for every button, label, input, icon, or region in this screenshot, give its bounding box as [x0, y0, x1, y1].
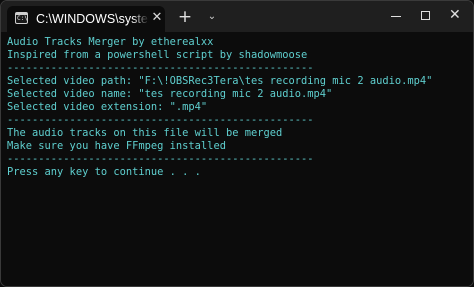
- cmd-icon: C:\: [15, 12, 28, 24]
- chevron-down-icon[interactable]: ⌄: [204, 8, 220, 26]
- close-button[interactable]: ✕: [439, 1, 473, 32]
- output-line: The audio tracks on this file will be me…: [7, 127, 283, 139]
- output-line: Inspired from a powershell script by sha…: [7, 49, 308, 61]
- tab-title: C:\WINDOWS\system32: [36, 12, 149, 26]
- terminal-output[interactable]: Audio Tracks Merger by etherealxx Inspir…: [1, 32, 473, 286]
- separator-line: ----------------------------------------…: [7, 62, 314, 74]
- separator-line: ----------------------------------------…: [7, 114, 314, 126]
- title-bar: C:\ C:\WINDOWS\system32 ✕ + ⌄ ✕: [1, 1, 473, 32]
- output-lines: Audio Tracks Merger by etherealxx Inspir…: [7, 36, 432, 179]
- close-icon: ✕: [449, 7, 461, 23]
- output-line: Selected video extension: ".mp4": [7, 101, 208, 113]
- maximize-icon: [421, 11, 430, 20]
- prompt-line: Press any key to continue . . .: [7, 166, 201, 178]
- terminal-window: C:\ C:\WINDOWS\system32 ✕ + ⌄ ✕ Audio Tr…: [0, 0, 474, 287]
- separator-line: ----------------------------------------…: [7, 153, 314, 165]
- new-tab-button[interactable]: +: [176, 8, 194, 26]
- output-line: Make sure you have FFmpeg installed: [7, 140, 226, 152]
- output-line: Selected video path: "F:\!OBSRec3Tera\te…: [7, 75, 433, 87]
- tab-close-icon[interactable]: ✕: [150, 11, 164, 25]
- cmd-prompt-glyph: C:\: [17, 15, 28, 22]
- output-line: Selected video name: "tes recording mic …: [7, 88, 333, 100]
- output-line: Audio Tracks Merger by etherealxx: [7, 36, 214, 48]
- minimize-icon: [391, 16, 401, 17]
- tab-cmd[interactable]: C:\ C:\WINDOWS\system32 ✕: [7, 6, 165, 32]
